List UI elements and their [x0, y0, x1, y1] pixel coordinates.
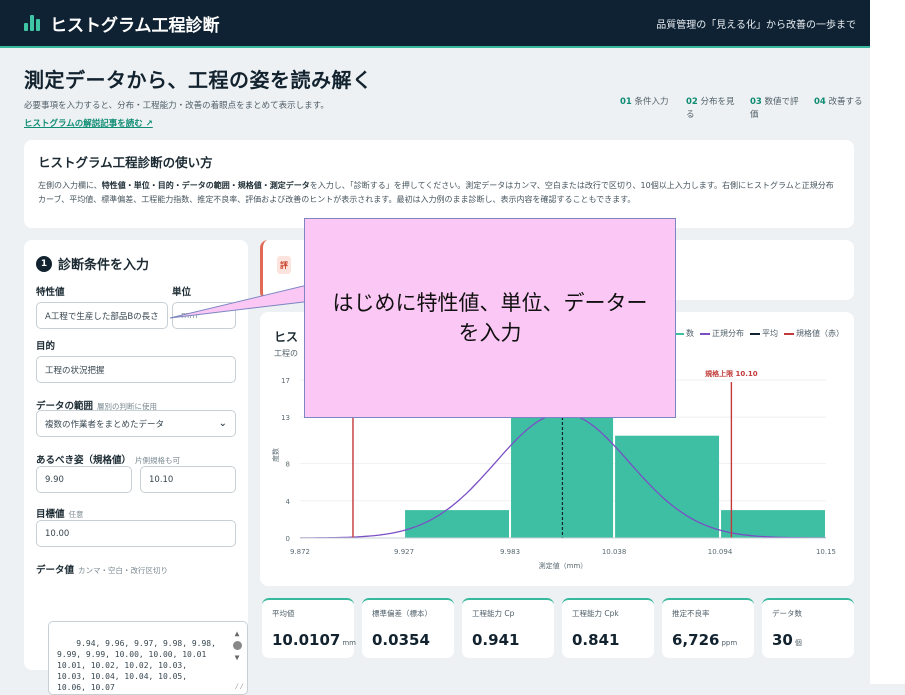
target-input[interactable]: 10.00: [36, 520, 236, 547]
status-badge: 評: [277, 256, 291, 274]
x-tick-label: 10.038: [602, 548, 627, 556]
page-title: 測定データから、工程の姿を読み解く: [24, 68, 373, 92]
spec-hint: 片側規格も可: [135, 456, 181, 465]
howto-card: ヒストグラム工程診断の使い方 左側の入力欄に、特性値・単位・目的・データの範囲・…: [24, 140, 854, 228]
resize-grip-icon[interactable]: ⁄⁄: [234, 681, 244, 692]
form-title: 1 診断条件を入力: [36, 254, 236, 273]
unit-input[interactable]: mm: [172, 302, 236, 329]
howto-text: 左側の入力欄に、特性値・単位・目的・データの範囲・規格値・測定データを入力し、「…: [38, 181, 834, 204]
characteristic-label: 特性値: [36, 287, 65, 298]
step-indicator: 01 条件入力 02 分布を見る 03 数値で評価 04 改善する: [620, 96, 870, 122]
spec-lower-input[interactable]: 9.90: [36, 466, 132, 493]
y-tick-label: 4: [286, 498, 291, 506]
y-tick-label: 17: [281, 377, 290, 385]
metric-card-count: データ数 30 個: [762, 598, 854, 658]
chevron-down-icon: ⌄: [218, 418, 227, 429]
scroll-down-icon[interactable]: ▼: [235, 652, 240, 663]
page-subtitle: 必要事項を入力すると、分布・工程能力・改善の着眼点をまとめて表示します。: [24, 101, 329, 111]
y-tick-label: 8: [286, 461, 290, 469]
spec-upper-input[interactable]: 10.10: [140, 466, 236, 493]
x-tick-label: 10.15: [816, 548, 836, 556]
scroll-thumb[interactable]: [232, 641, 242, 650]
step-item: 01 条件入力: [620, 97, 669, 107]
y-axis-label: 度数: [271, 448, 280, 462]
step-number-badge: 1: [36, 255, 52, 272]
hero: 測定データから、工程の姿を読み解く 必要事項を入力すると、分布・工程能力・改善の…: [24, 64, 424, 130]
spec-upper-label: 規格上限 10.10: [705, 369, 758, 378]
x-tick-label: 9.872: [290, 548, 310, 556]
article-link[interactable]: ヒストグラムの解説記事を読む ↗: [24, 117, 153, 129]
step-item: 03 数値で評価: [750, 97, 799, 120]
range-select[interactable]: 複数の作業者をまとめたデータ ⌄: [36, 410, 236, 437]
target-label: 目標値: [36, 509, 65, 520]
purpose-input[interactable]: 工程の状況把握: [36, 356, 236, 383]
data-label: データ値: [36, 565, 75, 576]
x-axis-label: 測定値（mm）: [539, 561, 588, 570]
step-item: 04 改善する: [814, 97, 863, 107]
page-scrollbar-area[interactable]: [870, 0, 905, 684]
metric-card-defect-rate: 推定不良率 6,726 ppm: [662, 598, 754, 658]
textarea-scrollbar[interactable]: ▲ ▼: [231, 628, 243, 663]
y-tick-label: 0: [286, 535, 290, 543]
x-tick-label: 9.927: [394, 548, 414, 556]
data-hint: カンマ・空白・改行区切り: [78, 566, 169, 575]
metric-card-sd: 標準偏差（標本） 0.0354: [362, 598, 454, 658]
bar-chart-icon: [24, 15, 40, 31]
metric-card-cpk: 工程能力 Cpk 0.841: [562, 598, 654, 658]
unit-label: 単位: [172, 287, 192, 298]
histogram-bar: [615, 435, 720, 538]
x-tick-label: 9.983: [500, 548, 520, 556]
spec-label: あるべき姿（規格値）: [36, 455, 132, 466]
app-tagline: 品質管理の「見える化」から改善の一歩まで: [656, 19, 856, 31]
app-header: ヒストグラム工程診断 品質管理の「見える化」から改善の一歩まで: [0, 0, 870, 48]
step-item: 02 分布を見る: [686, 97, 735, 120]
y-tick-label: 13: [281, 414, 290, 422]
tutorial-callout: はじめに特性値、単位、データーを入力: [304, 218, 676, 418]
app-title: ヒストグラム工程診断: [50, 15, 220, 36]
x-tick-label: 10.094: [708, 548, 733, 556]
characteristic-input[interactable]: A工程で生産した部品Bの長さ: [36, 302, 168, 329]
purpose-label: 目的: [36, 341, 56, 352]
input-panel: 1 診断条件を入力 特性値 単位 A工程で生産した部品Bの長さ mm 目的 工程…: [24, 240, 248, 695]
howto-title: ヒストグラム工程診断の使い方: [38, 155, 213, 170]
metric-card-cp: 工程能力 Cp 0.941: [462, 598, 554, 658]
brand[interactable]: ヒストグラム工程診断: [24, 11, 220, 36]
target-hint: 任意: [68, 510, 84, 519]
metric-card-mean: 平均値 10.0107 mm: [262, 598, 356, 658]
scroll-up-icon[interactable]: ▲: [235, 628, 240, 639]
